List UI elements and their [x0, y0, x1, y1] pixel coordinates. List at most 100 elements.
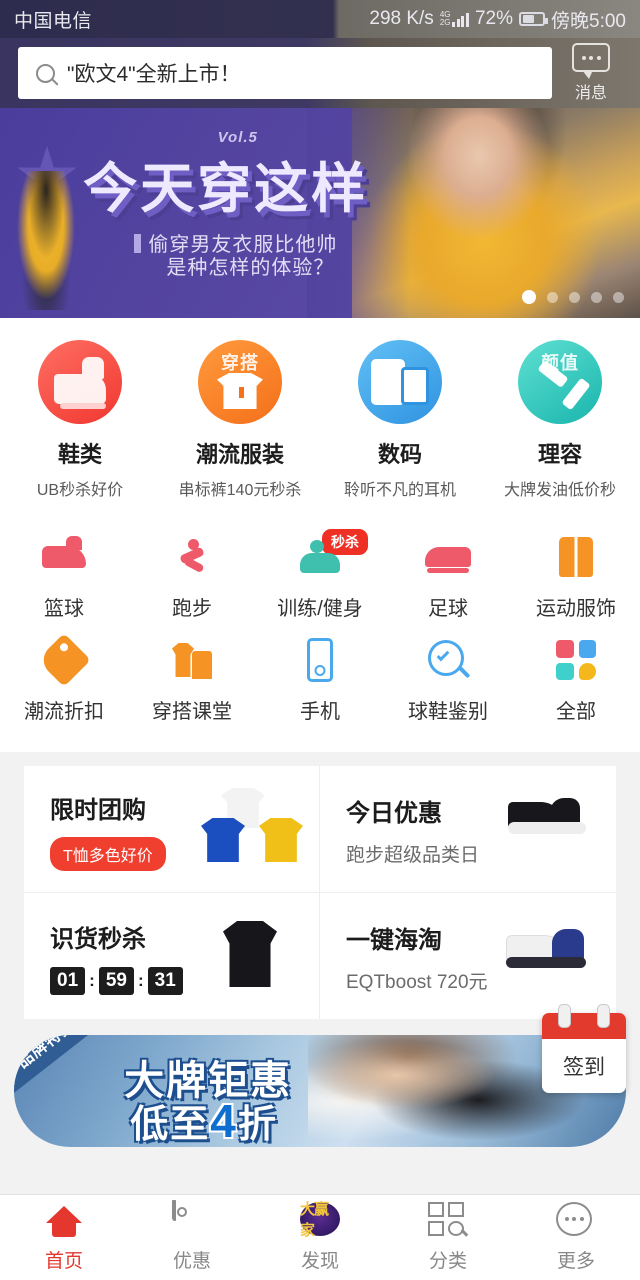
- search-bar[interactable]: "欧文4"全新上市！: [18, 47, 552, 99]
- battery-icon: [519, 12, 549, 26]
- hero-boy-photo: [12, 171, 79, 310]
- message-bubble-icon: [572, 43, 610, 79]
- running-icon: [169, 534, 215, 580]
- battery-percent: 72%: [474, 8, 514, 29]
- hero-carousel[interactable]: Vol.5 今天穿这样 偷穿男友衣服比他帅 是种怎样的体验？: [0, 108, 640, 318]
- promo-card-seckill[interactable]: 识货秒杀 01 : 59 : 31: [24, 893, 320, 1019]
- sale-tag-icon: [37, 633, 91, 687]
- main-category-shoes[interactable]: 鞋类 UB秒杀好价: [0, 340, 160, 500]
- tab-more[interactable]: 更多: [512, 1195, 640, 1280]
- carrier-label: 中国电信: [14, 10, 93, 32]
- promo-card-today-deal[interactable]: 今日优惠 跑步超级品类日: [320, 766, 616, 893]
- banner-subline-prefix: 低至: [130, 1104, 211, 1147]
- sub-category-label: 篮球: [44, 598, 84, 620]
- main-category-digital[interactable]: 数码 聆听不凡的耳机: [320, 340, 480, 500]
- calendar-icon: [542, 1004, 626, 1039]
- status-bar: 中国电信 298 K/s 4G 2G 72% 傍晚5:00: [0, 0, 640, 38]
- carousel-dots[interactable]: [522, 290, 624, 304]
- message-label: 消息: [574, 85, 607, 102]
- main-category-title: 理容: [537, 442, 582, 467]
- banner-subline: 低至4折: [130, 1093, 278, 1147]
- sub-category-basketball[interactable]: 篮球: [0, 534, 128, 621]
- tab-discover[interactable]: 大赢家 发现: [256, 1195, 384, 1280]
- banner-ribbon: 品牌特卖: [14, 1035, 110, 1099]
- sub-category-sportswear[interactable]: 运动服饰: [512, 534, 640, 621]
- icon-badge-label: 穿搭: [221, 353, 259, 373]
- sub-category-label: 手机: [300, 701, 340, 723]
- main-category-fashion[interactable]: 穿搭 潮流服装 串标裤140元秒杀: [160, 340, 320, 500]
- carousel-dot[interactable]: [522, 290, 536, 304]
- promo-title: 一键海淘: [346, 927, 442, 954]
- all-grid-icon: [553, 637, 599, 683]
- main-category-subtitle: 大牌发油低价秒: [503, 482, 616, 499]
- promo-subtitle: 跑步超级品类日: [346, 845, 480, 866]
- sub-category-phone[interactable]: 手机: [256, 637, 384, 724]
- verify-search-icon: [425, 637, 471, 683]
- promo-card-grid: 限时团购 T恤多色好价 今日优惠 跑步超级品类日 识货秒杀 01 : 59 : …: [24, 766, 616, 1019]
- search-icon: [36, 63, 55, 83]
- black-sneaker-thumb: [496, 788, 600, 872]
- signin-label: 签到: [563, 1056, 605, 1079]
- tab-coupon[interactable]: 优惠: [128, 1195, 256, 1280]
- main-category-title: 鞋类: [57, 442, 102, 467]
- banner-subline-suffix: 折: [237, 1104, 278, 1147]
- main-category-title: 数码: [377, 442, 422, 467]
- clock-label: 傍晚5:00: [551, 10, 626, 32]
- promo-card-group-buy[interactable]: 限时团购 T恤多色好价: [24, 766, 320, 893]
- promo-title: 识货秒杀: [50, 926, 146, 953]
- sub-category-verify[interactable]: 球鞋鉴别: [384, 637, 512, 724]
- black-tee-thumb: [199, 915, 303, 999]
- promo-card-overseas[interactable]: 一键海淘 EQTboost 720元: [320, 893, 616, 1019]
- tab-category[interactable]: 分类: [384, 1195, 512, 1280]
- hero-model-photo: [371, 108, 628, 318]
- devices-icon: [358, 340, 442, 424]
- sub-category-label: 跑步: [172, 598, 212, 620]
- countdown-hours: 01: [50, 967, 86, 995]
- coupon-tag-icon: [172, 1200, 212, 1238]
- sub-category-running[interactable]: 跑步: [128, 534, 256, 621]
- discover-logo-icon: 大赢家: [300, 1201, 340, 1239]
- promo-text: 限时团购 T恤多色好价: [50, 790, 166, 871]
- signal-bars-icon: [452, 12, 469, 27]
- carousel-dot[interactable]: [547, 291, 558, 303]
- promo-text: 今日优惠 跑步超级品类日: [346, 793, 479, 867]
- search-input[interactable]: "欧文4"全新上市！: [67, 58, 241, 88]
- outfit-class-icon: [169, 637, 215, 683]
- sub-category-all[interactable]: 全部: [512, 637, 640, 724]
- promo-subtitle: EQTboost 720元: [346, 972, 488, 993]
- carousel-dot[interactable]: [591, 291, 602, 303]
- main-category-grooming[interactable]: 颜值 理容 大牌发油低价秒: [480, 340, 640, 500]
- tab-label: 更多: [556, 1251, 595, 1272]
- status-indicators: 298 K/s 4G 2G 72% 傍晚5:00: [369, 6, 626, 33]
- accent-bar-icon: [134, 233, 142, 253]
- signin-button[interactable]: 签到: [542, 1004, 626, 1093]
- sub-category-label: 球鞋鉴别: [408, 701, 488, 723]
- tab-home[interactable]: 首页: [0, 1195, 128, 1280]
- brand-sale-banner[interactable]: 品牌特卖 大牌钜惠 低至4折: [14, 1035, 626, 1147]
- banner-discount-number: 4: [210, 1095, 238, 1147]
- jacket-icon: [553, 534, 599, 580]
- bottom-tab-bar: 首页 优惠 大赢家 发现 分类 更多: [0, 1194, 640, 1280]
- sub-category-row-1: 篮球 跑步 秒杀 训练/健身 足球 运动服饰: [0, 526, 640, 629]
- main-category-subtitle: 聆听不凡的耳机: [343, 482, 456, 499]
- discover-logo-text: 大赢家: [300, 1201, 329, 1239]
- countdown-sep: :: [137, 971, 144, 990]
- network-speed: 298 K/s: [369, 8, 434, 29]
- category-grid-icon: [428, 1202, 468, 1238]
- tab-label: 分类: [428, 1251, 467, 1272]
- home-icon: [44, 1202, 84, 1238]
- app-header: "欧文4"全新上市！ 消息: [0, 38, 640, 108]
- sub-category-soccer[interactable]: 足球: [384, 534, 512, 621]
- tab-label: 发现: [300, 1251, 339, 1272]
- sub-category-fitness[interactable]: 秒杀 训练/健身: [256, 527, 384, 621]
- carousel-dot[interactable]: [569, 291, 580, 303]
- message-button[interactable]: 消息: [552, 43, 630, 103]
- carousel-dot[interactable]: [613, 291, 624, 303]
- sub-category-outfit-class[interactable]: 穿搭课堂: [128, 637, 256, 724]
- main-category-subtitle: 串标裤140元秒杀: [178, 482, 302, 499]
- main-category-row: 鞋类 UB秒杀好价 穿搭 潮流服装 串标裤140元秒杀 数码 聆听不凡的耳机 颜…: [0, 318, 640, 520]
- signal-icon: 4G 2G: [440, 11, 469, 27]
- sub-category-label: 穿搭课堂: [152, 701, 232, 723]
- fitness-icon: [297, 534, 343, 580]
- sub-category-discount[interactable]: 潮流折扣: [0, 633, 128, 724]
